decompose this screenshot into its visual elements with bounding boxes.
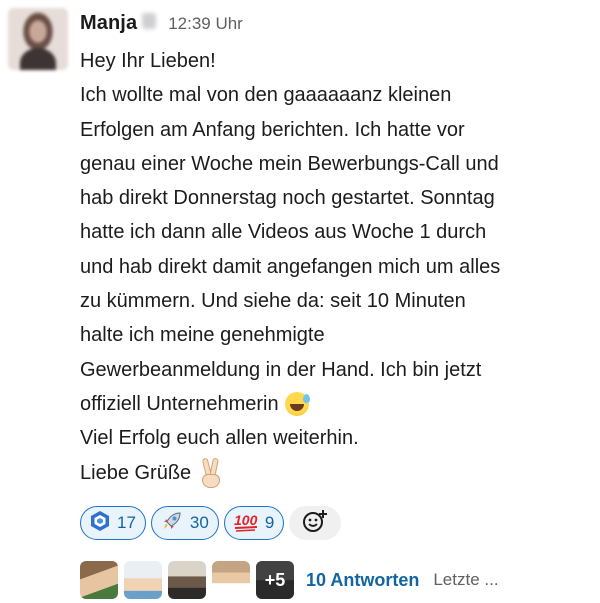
message-line: Viel Erfolg euch allen weiterhin. [80,427,359,450]
message-line: und hab direkt damit angefangen mich um … [80,255,501,278]
svg-text:100: 100 [234,512,258,528]
reaction-hexagon-badge[interactable]: 17 [80,506,146,540]
hexagon-badge-icon [89,510,111,537]
author-status-blur [142,13,157,29]
message-line: Liebe Grüße [80,456,585,490]
message-line: halte ich meine genehmigte [80,324,325,347]
message-timestamp[interactable]: 12:39 Uhr [168,14,243,34]
reaction-rocket[interactable]: 30 [150,506,219,540]
author-avatar[interactable] [8,8,68,70]
message-line: Hey Ihr Lieben! [80,50,216,72]
more-participants-count: +5 [256,561,294,599]
rocket-icon [160,509,184,538]
message-line: Gewerbeanmeldung in der Hand. Ich bin je… [80,358,482,381]
add-reaction-icon [301,508,329,539]
thread-last-reply: Letzte ... [433,570,499,589]
reaction-count: 30 [189,513,209,532]
message-line: genau einer Woche mein Bewerbungs-Call u… [80,152,499,175]
victory-hand-icon [199,457,223,488]
participant-avatar [212,561,250,599]
message-line: Ich wollte mal von den gaaaaaanz kleinen [80,84,452,107]
message-line: Erfolgen am Anfang berichten. Ich hatte … [80,118,465,141]
add-reaction-button[interactable] [289,506,342,540]
participant-avatar-more: +5 [256,561,294,599]
grinning-face-with-sweat-icon [284,392,310,417]
reaction-count: 9 [264,513,275,532]
hundred-points-icon: 100 [233,510,259,537]
reaction-hundred-points[interactable]: 100 9 [223,506,285,540]
message-line: hab direkt Donnerstag noch gestartet. So… [80,187,495,210]
message-body: Hey Ihr Lieben! Ich wollte mal von den g… [80,44,585,490]
message-line: offiziell Unternehmerin [80,387,585,421]
reaction-bar: 17 30 100 9 [80,506,342,540]
participant-avatar [80,561,118,599]
message-header: Manja 12:39 Uhr [80,12,243,42]
thread-replies-link[interactable]: 10 Antworten [306,570,419,591]
participant-avatar [168,561,206,599]
message-line: zu kümmern. Und siehe da: seit 10 Minute… [80,290,466,313]
author-name[interactable]: Manja [80,12,137,35]
participant-avatar [124,561,162,599]
reaction-count: 17 [117,513,136,532]
thread-summary[interactable]: +5 10 Antworten Letzte ... [80,560,499,600]
message-line: hatte ich dann alle Videos aus Woche 1 d… [80,221,487,244]
